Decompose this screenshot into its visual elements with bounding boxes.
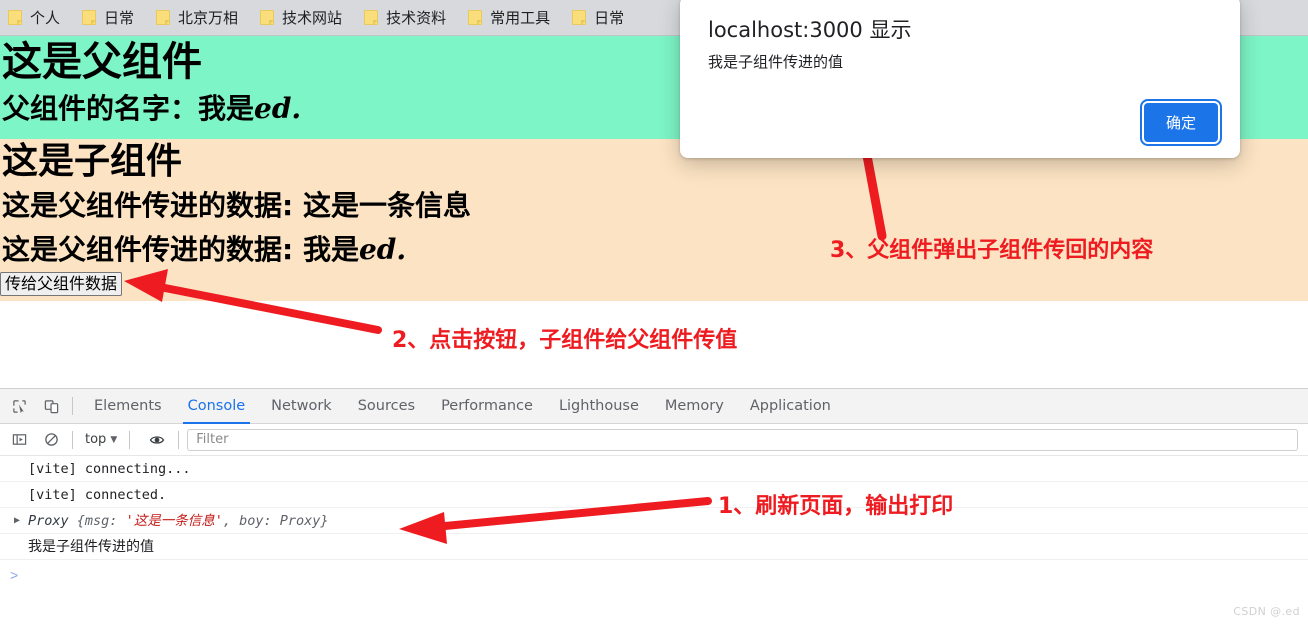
tab-elements[interactable]: Elements <box>81 389 175 424</box>
folder-icon <box>572 10 587 25</box>
toolbar-divider <box>72 430 73 449</box>
object-value-msg: '这是一条信息' <box>125 513 223 529</box>
execution-context-label: top <box>85 432 107 447</box>
object-key-msg: msg: <box>84 513 126 529</box>
console-prompt-row[interactable]: > <box>0 560 1308 590</box>
bookmark-label: 个人 <box>30 9 61 27</box>
dialog-ok-button[interactable]: 确定 <box>1139 99 1223 146</box>
child-prop-line-2-label: 这是父组件传进的数据: 我是 <box>2 233 359 266</box>
console-toolbar: top ▼ <box>0 424 1308 456</box>
toolbar-divider <box>72 397 73 415</box>
child-heading: 这是子组件 <box>2 141 183 182</box>
tab-lighthouse[interactable]: Lighthouse <box>546 389 652 424</box>
devtools-tabbar: Elements Console Network Sources Perform… <box>0 389 1308 424</box>
console-prompt-icon: > <box>10 567 19 583</box>
bookmark-item[interactable]: 常用工具 <box>468 7 550 28</box>
tab-application[interactable]: Application <box>737 389 844 424</box>
console-output: [vite] connecting... [vite] connected. ▶… <box>0 456 1308 590</box>
bookmark-item[interactable]: 技术网站 <box>260 7 342 28</box>
console-message-row: [vite] connected. <box>0 482 1308 508</box>
toolbar-divider <box>129 430 131 449</box>
watermark: CSDN @.ed <box>1233 605 1300 618</box>
object-separator: , <box>222 513 240 529</box>
devtools-panel: Elements Console Network Sources Perform… <box>0 388 1308 624</box>
bookmark-label: 技术网站 <box>282 9 343 27</box>
annotation-3: 3、父组件弹出子组件传回的内容 <box>830 238 1154 263</box>
live-expression-icon[interactable] <box>144 427 170 453</box>
child-prop-line-2: 这是父组件传进的数据: 我是ed. <box>2 236 406 264</box>
console-object-row[interactable]: ▶ Proxy {msg: '这是一条信息', boy: Proxy} <box>0 508 1308 534</box>
parent-name-label: 父组件的名字：我是 <box>2 92 255 125</box>
chevron-down-icon: ▼ <box>110 434 118 445</box>
object-ctor-name: Proxy <box>28 513 77 529</box>
browser-window: 个人 日常 北京万相 技术网站 技术资料 常用工具 日常 这是父组件 父组件的名… <box>0 0 1308 624</box>
bookmark-item[interactable]: 日常 <box>82 7 134 28</box>
object-key-boy: boy: Proxy <box>239 513 321 529</box>
bookmark-item[interactable]: 技术资料 <box>364 7 446 28</box>
execution-context-selector[interactable]: top ▼ <box>81 432 121 447</box>
parent-name-line: 父组件的名字：我是ed. <box>2 95 301 123</box>
bookmark-label: 北京万相 <box>178 9 239 27</box>
expand-arrow-icon[interactable]: ▶ <box>14 508 20 534</box>
bookmark-label: 日常 <box>594 9 625 27</box>
annotation-1: 1、刷新页面，输出打印 <box>718 494 954 519</box>
javascript-alert-dialog: localhost:3000 显示 我是子组件传进的值 确定 <box>680 0 1240 158</box>
dialog-message: 我是子组件传进的值 <box>708 53 844 71</box>
tab-sources[interactable]: Sources <box>345 389 428 424</box>
tab-memory[interactable]: Memory <box>652 389 737 424</box>
inspect-element-icon[interactable] <box>6 393 32 419</box>
toolbar-divider <box>178 430 180 449</box>
tab-console[interactable]: Console <box>175 389 259 424</box>
folder-icon <box>156 10 171 25</box>
folder-icon <box>468 10 483 25</box>
device-toolbar-icon[interactable] <box>38 393 64 419</box>
folder-icon <box>82 10 97 25</box>
folder-icon <box>8 10 22 25</box>
child-prop-line-1: 这是父组件传进的数据: 这是一条信息 <box>2 189 471 222</box>
bookmark-item[interactable]: 日常 <box>572 7 624 28</box>
folder-icon <box>260 10 275 25</box>
bookmark-item[interactable]: 北京万相 <box>156 7 238 28</box>
brace-open: { <box>76 513 85 529</box>
bookmark-label: 技术资料 <box>386 9 447 27</box>
child-prop-line-2-value: ed. <box>358 233 407 266</box>
console-sidebar-icon[interactable] <box>6 427 32 453</box>
console-message-row: 我是子组件传进的值 <box>0 534 1308 560</box>
folder-icon <box>364 10 379 25</box>
parent-heading: 这是父组件 <box>2 39 202 85</box>
bookmark-item[interactable]: 个人 <box>8 7 60 28</box>
bookmark-label: 常用工具 <box>490 9 551 27</box>
annotation-2: 2、点击按钮，子组件给父组件传值 <box>392 328 738 353</box>
console-message-row: [vite] connecting... <box>0 456 1308 482</box>
tab-network[interactable]: Network <box>258 389 345 424</box>
dialog-title: localhost:3000 显示 <box>708 18 912 42</box>
clear-console-icon[interactable] <box>38 427 64 453</box>
tab-performance[interactable]: Performance <box>428 389 546 424</box>
bookmark-label: 日常 <box>104 9 135 27</box>
console-filter-input[interactable] <box>187 428 1298 451</box>
brace-close: } <box>320 513 329 529</box>
parent-name-value: ed. <box>254 92 302 125</box>
send-to-parent-button[interactable]: 传给父组件数据 <box>0 272 123 296</box>
